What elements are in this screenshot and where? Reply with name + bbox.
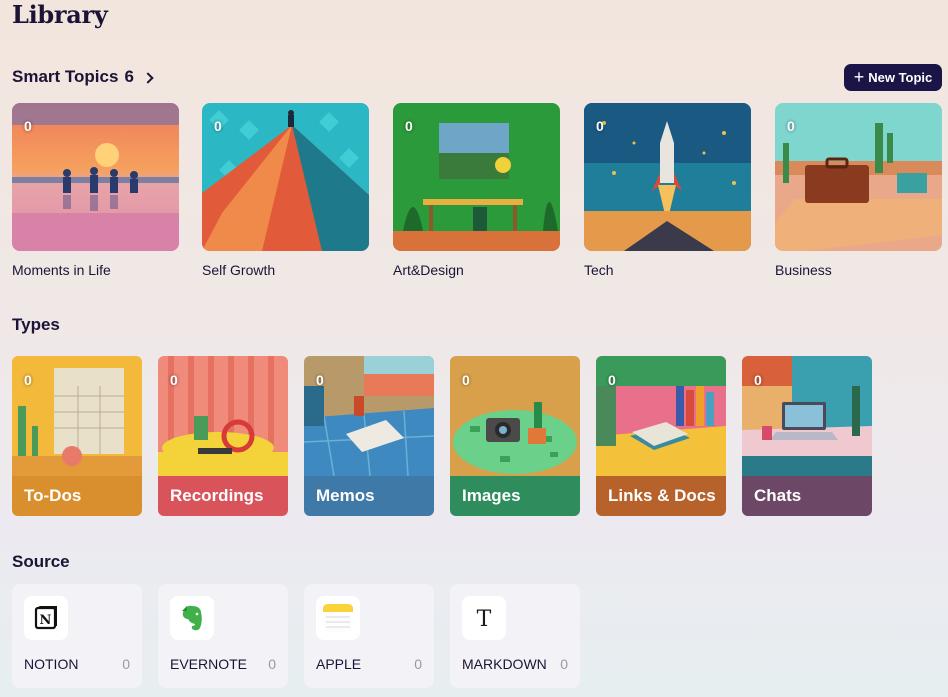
svg-text:N: N xyxy=(40,613,52,628)
topic-count: 0 xyxy=(214,118,222,134)
source-count: 0 xyxy=(560,656,568,672)
topic-card-tech[interactable]: 0 Tech xyxy=(584,103,751,278)
type-count: 0 xyxy=(608,372,616,388)
evernote-icon xyxy=(170,596,214,640)
type-count: 0 xyxy=(316,372,324,388)
topic-count: 0 xyxy=(405,118,413,134)
type-card-chats[interactable]: 0 Chats xyxy=(742,356,872,516)
smart-topics-count: 6 xyxy=(124,67,134,86)
topic-card-self-growth[interactable]: 0 Self Growth xyxy=(202,103,369,278)
source-count: 0 xyxy=(122,656,130,672)
type-card-to-dos[interactable]: 0 To-Dos xyxy=(12,356,142,516)
markdown-icon: T xyxy=(462,596,506,640)
smart-topics-title: Smart Topics xyxy=(12,67,119,86)
type-label: Chats xyxy=(742,476,872,516)
source-card-apple[interactable]: APPLE 0 xyxy=(304,584,434,688)
type-count: 0 xyxy=(24,372,32,388)
type-card-memos[interactable]: 0 Memos xyxy=(304,356,434,516)
type-label: Recordings xyxy=(158,476,288,516)
topic-card-moments-in-life[interactable]: 0 Moments in Life xyxy=(12,103,179,278)
type-label: Links & Docs xyxy=(596,476,726,516)
type-card-recordings[interactable]: 0 Recordings xyxy=(158,356,288,516)
topic-card-art-design[interactable]: 0 Art&Design xyxy=(393,103,560,278)
source-title: Source xyxy=(12,552,70,571)
type-count: 0 xyxy=(462,372,470,388)
source-name: APPLE xyxy=(316,656,362,672)
plus-icon: + xyxy=(853,66,865,87)
type-label: Images xyxy=(450,476,580,516)
new-topic-label: New Topic xyxy=(868,70,933,85)
topic-card-business[interactable]: 0 Business xyxy=(775,103,942,278)
type-card-links-docs[interactable]: 0 Links & Docs xyxy=(596,356,726,516)
source-name: MARKDOWN xyxy=(462,656,547,672)
type-count: 0 xyxy=(170,372,178,388)
topic-label: Art&Design xyxy=(393,262,464,278)
topic-image: 0 xyxy=(12,103,179,251)
topic-label: Self Growth xyxy=(202,262,276,278)
source-card-evernote[interactable]: EVERNOTE 0 xyxy=(158,584,288,688)
topic-count: 0 xyxy=(787,118,795,134)
notion-icon: N xyxy=(24,596,68,640)
new-topic-button[interactable]: + New Topic xyxy=(844,64,942,91)
page-title: Library xyxy=(12,0,108,29)
smart-topics-header[interactable]: Smart Topics 6 xyxy=(12,67,154,87)
type-card-images[interactable]: 0 Images xyxy=(450,356,580,516)
topic-count: 0 xyxy=(596,118,604,134)
source-count: 0 xyxy=(414,656,422,672)
type-count: 0 xyxy=(754,372,762,388)
source-card-markdown[interactable]: T MARKDOWN 0 xyxy=(450,584,580,688)
types-title: Types xyxy=(12,315,60,334)
topic-label: Tech xyxy=(584,262,614,278)
source-name: NOTION xyxy=(24,656,79,672)
topic-image: 0 xyxy=(202,103,369,251)
svg-text:T: T xyxy=(477,607,492,631)
apple-notes-icon xyxy=(316,596,360,640)
topic-label: Business xyxy=(775,262,832,278)
topic-image: 0 xyxy=(775,103,942,251)
type-label: Memos xyxy=(304,476,434,516)
type-label: To-Dos xyxy=(12,476,142,516)
topic-count: 0 xyxy=(24,118,32,134)
source-count: 0 xyxy=(268,656,276,672)
source-name: EVERNOTE xyxy=(170,656,248,672)
source-card-notion[interactable]: N NOTION 0 xyxy=(12,584,142,688)
topic-image: 0 xyxy=(584,103,751,251)
topic-label: Moments in Life xyxy=(12,262,111,278)
chevron-right-icon xyxy=(142,71,154,84)
topic-image: 0 xyxy=(393,103,560,251)
